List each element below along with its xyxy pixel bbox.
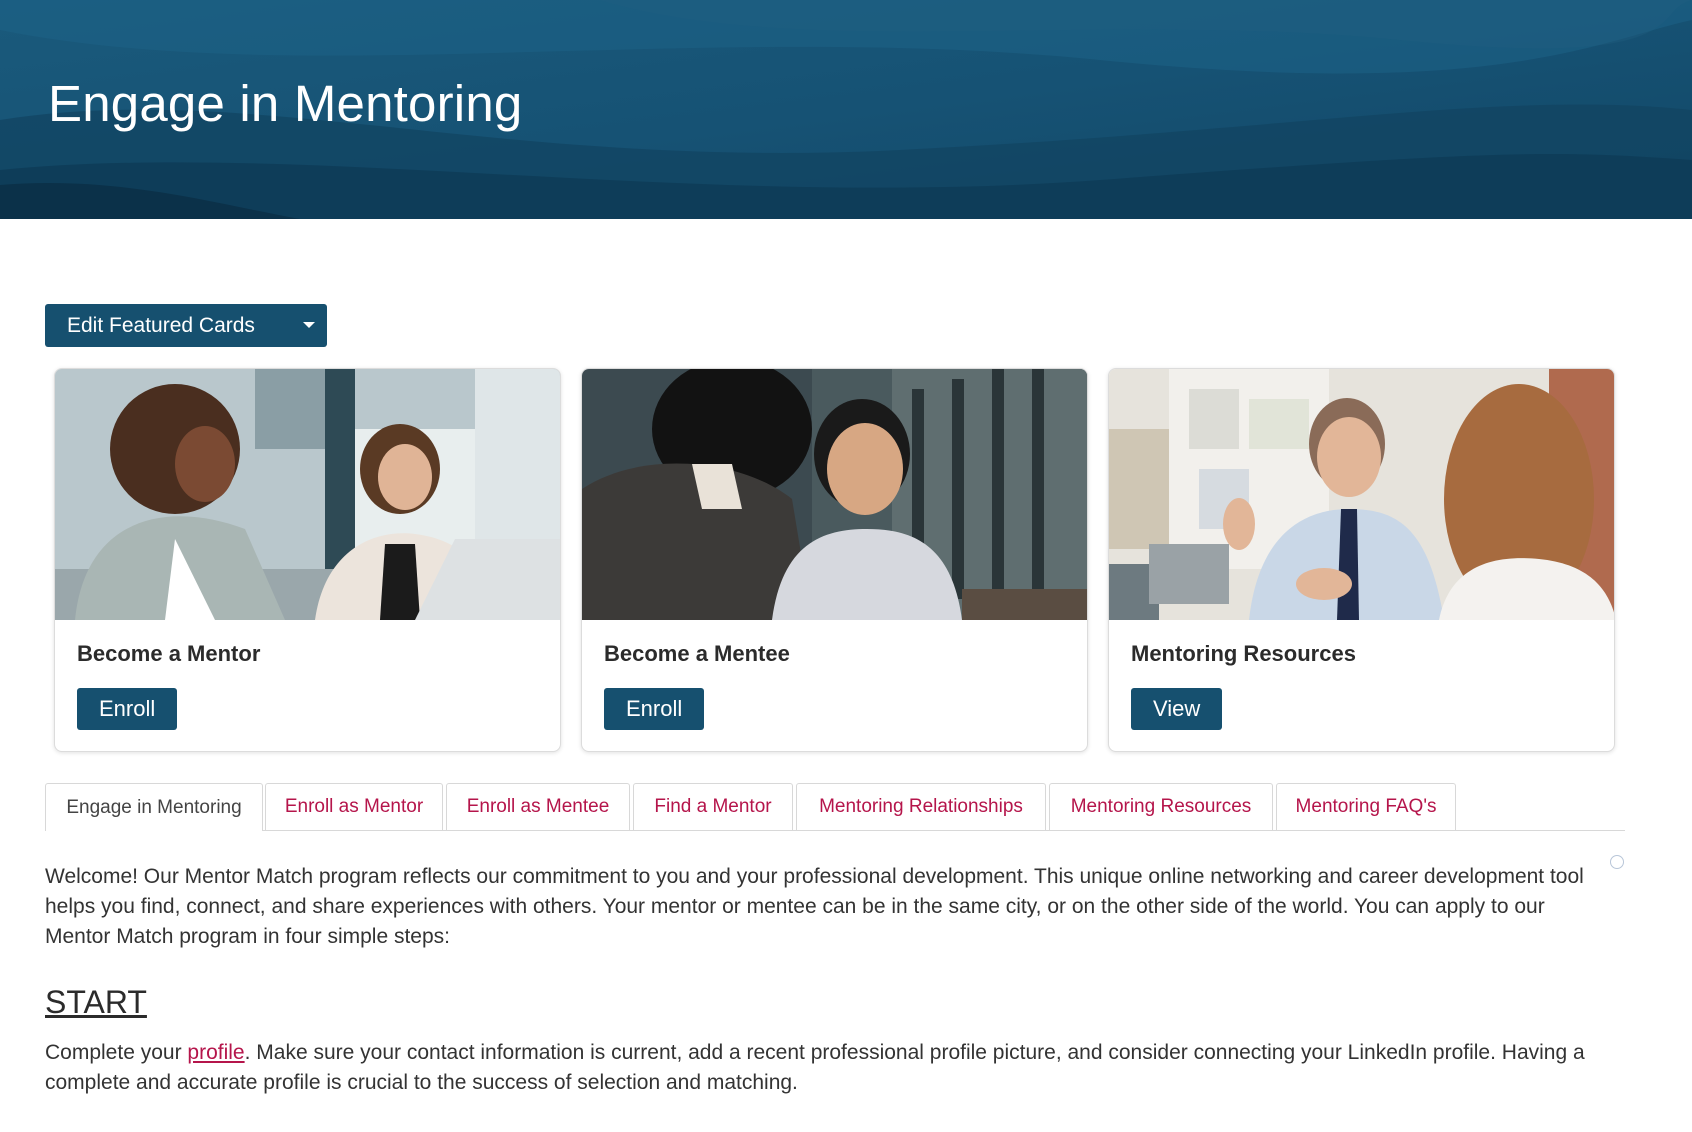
edit-featured-cards-label: Edit Featured Cards	[67, 313, 255, 337]
start-paragraph: Complete your profile. Make sure your co…	[45, 1038, 1605, 1098]
intro-paragraph: Welcome! Our Mentor Match program reflec…	[45, 865, 1584, 948]
tab-mentoring-relationships[interactable]: Mentoring Relationships	[796, 783, 1046, 830]
profile-link[interactable]: profile	[187, 1041, 244, 1064]
card-title: Become a Mentee	[604, 641, 790, 666]
card-title: Become a Mentor	[77, 641, 261, 666]
page-banner: Engage in Mentoring	[0, 0, 1692, 219]
edit-featured-cards-button[interactable]: Edit Featured Cards	[45, 304, 327, 347]
start-heading: START	[45, 984, 147, 1020]
enroll-mentee-button[interactable]: Enroll	[604, 688, 705, 730]
tab-engage-in-mentoring[interactable]: Engage in Mentoring	[45, 783, 263, 831]
tab-find-a-mentor[interactable]: Find a Mentor	[633, 783, 793, 830]
card-image-mentee	[582, 369, 1087, 620]
tab-enroll-as-mentor[interactable]: Enroll as Mentor	[265, 783, 443, 830]
start-text-after: . Make sure your contact information is …	[45, 1041, 1585, 1094]
enroll-mentor-button[interactable]: Enroll	[77, 688, 178, 730]
view-resources-button[interactable]: View	[1131, 688, 1223, 730]
featured-card-become-mentor: Become a Mentor Enroll	[54, 368, 561, 752]
tab-content: Welcome! Our Mentor Match program reflec…	[45, 862, 1605, 1098]
tab-mentoring-faqs[interactable]: Mentoring FAQ's	[1276, 783, 1456, 830]
start-text-before: Complete your	[45, 1041, 188, 1064]
card-image-resources	[1109, 369, 1614, 620]
caret-down-icon	[303, 322, 315, 328]
featured-card-become-mentee: Become a Mentee Enroll	[581, 368, 1088, 752]
tab-mentoring-resources[interactable]: Mentoring Resources	[1049, 783, 1273, 830]
tab-enroll-as-mentee[interactable]: Enroll as Mentee	[446, 783, 630, 830]
page-title: Engage in Mentoring	[48, 75, 523, 132]
card-title: Mentoring Resources	[1131, 641, 1356, 666]
scroll-indicator[interactable]	[1610, 855, 1624, 869]
card-image-mentor	[55, 369, 560, 620]
tab-bar: Engage in Mentoring Enroll as Mentor Enr…	[45, 783, 1625, 831]
featured-card-mentoring-resources: Mentoring Resources View	[1108, 368, 1615, 752]
